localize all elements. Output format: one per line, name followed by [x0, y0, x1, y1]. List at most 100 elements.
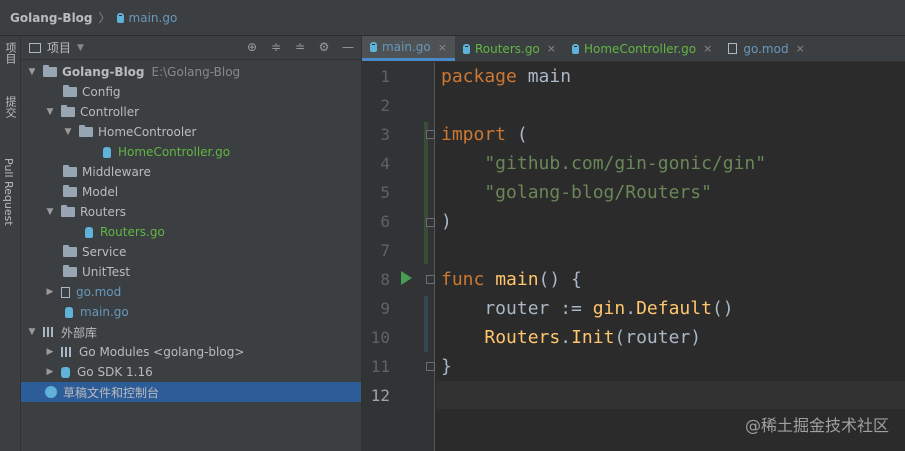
punctuation: (: [506, 124, 528, 145]
tree-row-go-modules[interactable]: ▶ Go Modules <golang-blog>: [21, 342, 385, 362]
chevron-down-icon[interactable]: ▼: [63, 127, 73, 137]
punctuation: .: [625, 298, 637, 319]
folder-icon: [63, 245, 77, 257]
breadcrumb-file-label: main.go: [128, 10, 178, 25]
keyword: import: [441, 124, 507, 145]
code-line-8[interactable]: func main() {: [441, 265, 582, 294]
project-view-icon: [29, 42, 41, 53]
folder-icon: [79, 125, 93, 137]
breadcrumb-file[interactable]: main.go: [116, 10, 178, 25]
line-number: 5: [380, 183, 390, 202]
tree-row-go-mod[interactable]: ▶ go.mod: [21, 282, 385, 302]
tool-tab-pull-request[interactable]: Pull Request: [2, 158, 15, 226]
code-line-11[interactable]: }: [441, 352, 452, 381]
tree-label: Go SDK 1.16: [77, 365, 153, 379]
folder-icon: [63, 85, 77, 97]
punctuation: .: [560, 327, 572, 348]
fold-icon[interactable]: [426, 218, 435, 227]
code-line-1[interactable]: package main: [441, 62, 571, 91]
folder-icon: [63, 185, 77, 197]
tree-label: Controller: [80, 105, 140, 119]
vcs-added-marker[interactable]: [424, 122, 428, 264]
locate-icon[interactable]: ⊕: [245, 40, 259, 54]
chevron-down-icon[interactable]: ▼: [27, 67, 37, 77]
expand-all-icon[interactable]: ≑: [269, 40, 283, 54]
chevron-down-icon[interactable]: ▼: [27, 327, 37, 337]
tree-label: HomeControoler: [98, 125, 197, 139]
close-icon[interactable]: ×: [438, 41, 447, 54]
tree-row-model[interactable]: Model: [21, 182, 403, 202]
current-line-highlight: [436, 381, 905, 409]
tree-row-homecontroler[interactable]: ▼ HomeControoler: [21, 122, 403, 142]
fold-icon[interactable]: [426, 275, 435, 284]
fold-icon[interactable]: [426, 362, 435, 371]
tree-label: 草稿文件和控制台: [63, 385, 160, 400]
gear-icon[interactable]: ⚙: [317, 40, 331, 54]
tree-row-controller[interactable]: ▼ Controller: [21, 102, 385, 122]
tool-tab-project[interactable]: 项目: [2, 42, 18, 64]
code-line-4[interactable]: "github.com/gin-gonic/gin": [441, 149, 766, 178]
chevron-down-icon[interactable]: ▼: [77, 43, 84, 53]
tab-main-go[interactable]: main.go ×: [362, 36, 455, 61]
collapse-all-icon[interactable]: ≐: [293, 40, 307, 54]
tree-row-main-go[interactable]: main.go: [21, 302, 405, 322]
function-name: main: [484, 269, 539, 290]
chevron-down-icon[interactable]: ▼: [45, 107, 55, 117]
close-icon[interactable]: ×: [547, 42, 556, 55]
tool-tab-commit[interactable]: 提交: [2, 96, 18, 118]
tree-label: Routers: [80, 205, 127, 219]
chevron-right-icon[interactable]: ▶: [45, 367, 55, 377]
breadcrumb-project[interactable]: Golang-Blog: [10, 11, 93, 25]
fold-icon[interactable]: [426, 130, 435, 139]
tree-label: Config: [82, 85, 121, 99]
identifier: router :=: [441, 298, 593, 319]
chevron-right-icon[interactable]: ▶: [45, 287, 55, 297]
project-panel: 项目 ▼ ⊕ ≑ ≐ ⚙ — ▼ Golang-Blog E:\Golang-Blo…: [21, 36, 385, 451]
tree-row-routers[interactable]: ▼ Routers: [21, 202, 385, 222]
run-icon[interactable]: [401, 271, 412, 285]
left-tool-strip: 项目 提交 Pull Request: [0, 36, 21, 451]
tree-row-go-sdk[interactable]: ▶ Go SDK 1.16: [21, 362, 385, 382]
go-file-icon: [65, 306, 73, 318]
vcs-modified-marker[interactable]: [424, 296, 428, 352]
tab-homecontroller-go[interactable]: HomeController.go ×: [564, 36, 720, 61]
line-number: 1: [380, 67, 390, 86]
tree-row-scratches[interactable]: 草稿文件和控制台: [21, 382, 385, 402]
tree-row-root[interactable]: ▼ Golang-Blog E:\Golang-Blog: [21, 62, 367, 82]
line-number: 12: [370, 386, 390, 405]
tree-label: HomeController.go: [118, 145, 231, 159]
tree-row-config[interactable]: Config: [21, 82, 403, 102]
close-icon[interactable]: ×: [703, 42, 712, 55]
code-line-3[interactable]: import (: [441, 120, 528, 149]
watermark: @稀土掘金技术社区: [744, 416, 889, 435]
close-icon[interactable]: ×: [796, 42, 805, 55]
tab-routers-go[interactable]: Routers.go ×: [455, 36, 564, 61]
line-number: 4: [380, 154, 390, 173]
tab-go-mod[interactable]: go.mod ×: [720, 36, 812, 61]
tree-row-middleware[interactable]: Middleware: [21, 162, 403, 182]
keyword: package: [441, 66, 517, 87]
line-number: 8: [380, 270, 390, 289]
chevron-down-icon[interactable]: ▼: [45, 207, 55, 217]
scratch-icon: [45, 386, 57, 398]
keyword: func: [441, 269, 485, 290]
tree-row-unittest[interactable]: UnitTest: [21, 262, 403, 282]
code-line-5[interactable]: "golang-blog/Routers": [441, 178, 712, 207]
tree-label: 外部库: [61, 325, 98, 340]
code-line-10[interactable]: Routers.Init(router): [441, 323, 701, 352]
chevron-right-icon[interactable]: ▶: [45, 347, 55, 357]
tree-row-external-libs[interactable]: ▼ 外部库: [21, 322, 367, 342]
go-file-icon: [370, 42, 377, 52]
library-icon: [43, 327, 55, 337]
tree-row-service[interactable]: Service: [21, 242, 403, 262]
code-line-6[interactable]: ): [441, 207, 452, 236]
code-line-9[interactable]: router := gin.Default(): [441, 294, 733, 323]
punctuation: (router): [614, 327, 702, 348]
go-file-icon: [572, 43, 579, 54]
project-panel-title[interactable]: 项目: [47, 39, 71, 56]
minimize-icon[interactable]: —: [341, 40, 355, 54]
tree-label: main.go: [80, 305, 129, 319]
editor-tabs: main.go × Routers.go × HomeController.go…: [362, 36, 905, 62]
library-icon: [61, 347, 73, 357]
tree-label: Middleware: [82, 165, 151, 179]
